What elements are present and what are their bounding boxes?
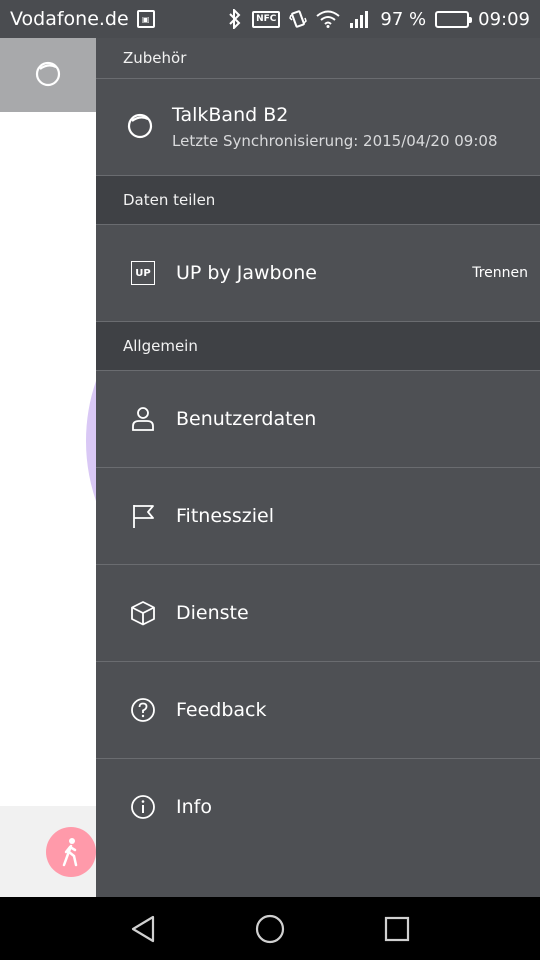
share-item-up-jawbone[interactable]: UP UP by Jawbone Trennen xyxy=(96,225,540,321)
menu-item-label: Benutzerdaten xyxy=(176,408,317,430)
last-sync-text: Letzte Synchronisierung: 2015/04/20 09:0… xyxy=(172,132,498,150)
nfc-icon: NFC xyxy=(252,10,281,28)
status-bar: Vodafone.de ▣ NFC 97 % 09:09 xyxy=(0,0,540,38)
vibrate-icon xyxy=(289,9,308,29)
cube-icon xyxy=(130,600,156,626)
flag-icon xyxy=(130,503,156,529)
walking-activity-icon[interactable] xyxy=(46,827,96,877)
menu-item-info[interactable]: Info xyxy=(96,759,540,855)
wifi-icon xyxy=(316,10,341,28)
image-notification-icon: ▣ xyxy=(136,10,155,28)
clock: 09:09 xyxy=(478,8,530,30)
carrier-name: Vodafone.de xyxy=(10,8,129,30)
menu-item-user-data[interactable]: Benutzerdaten xyxy=(96,371,540,467)
home-button[interactable] xyxy=(240,909,300,949)
battery-percent: 97 % xyxy=(380,8,427,30)
device-talkband[interactable]: TalkBand B2 Letzte Synchronisierung: 201… xyxy=(96,79,540,175)
menu-item-feedback[interactable]: Feedback xyxy=(96,662,540,758)
recent-apps-button[interactable] xyxy=(367,909,427,949)
menu-item-label: Feedback xyxy=(176,699,267,721)
menu-item-label: Info xyxy=(176,796,212,818)
section-header-general: Allgemein xyxy=(96,322,540,370)
app-header xyxy=(0,38,96,112)
band-icon xyxy=(126,111,154,143)
signal-icon xyxy=(349,10,371,28)
system-navigation-bar xyxy=(0,897,540,960)
menu-item-label: Dienste xyxy=(176,602,249,624)
device-name: TalkBand B2 xyxy=(172,104,289,126)
question-icon xyxy=(130,697,156,723)
disconnect-button[interactable]: Trennen xyxy=(472,265,528,281)
menu-item-services[interactable]: Dienste xyxy=(96,565,540,661)
band-logo-icon xyxy=(34,59,62,91)
section-header-share: Daten teilen xyxy=(96,176,540,224)
back-button[interactable] xyxy=(113,909,173,949)
share-item-label: UP by Jawbone xyxy=(176,262,317,284)
menu-item-label: Fitnessziel xyxy=(176,505,275,527)
battery-icon xyxy=(435,10,473,28)
bluetooth-icon xyxy=(227,9,243,29)
section-header-accessories: Zubehör xyxy=(123,49,187,67)
person-icon xyxy=(130,406,156,432)
up-badge-icon: UP xyxy=(130,260,156,286)
info-icon xyxy=(130,794,156,820)
navigation-drawer: Zubehör TalkBand B2 Letzte Synchronisier… xyxy=(96,38,540,897)
menu-item-fitness-goal[interactable]: Fitnessziel xyxy=(96,468,540,564)
